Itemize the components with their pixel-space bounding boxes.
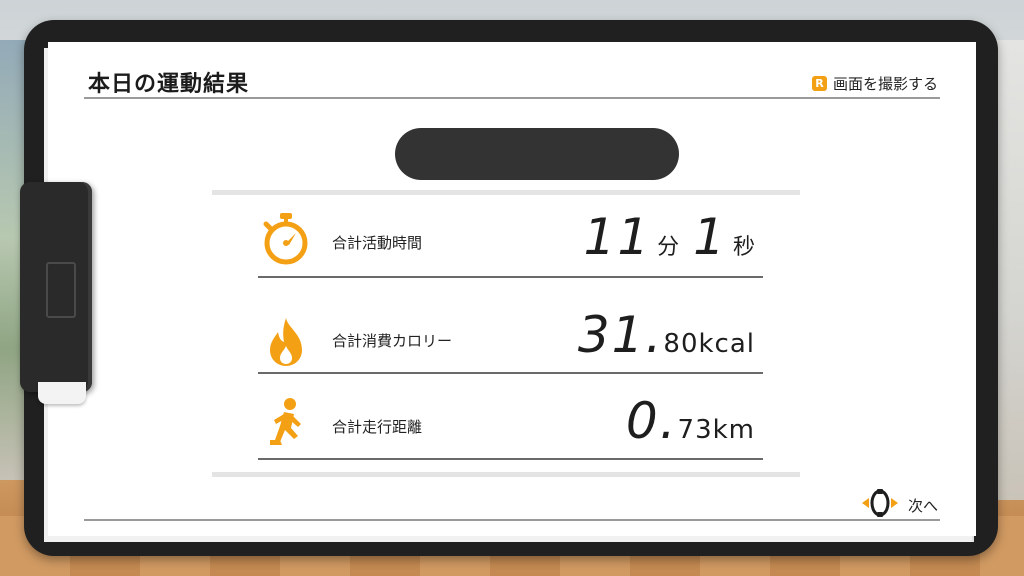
clip-slot <box>46 262 76 318</box>
distance-label: 合計走行距離 <box>332 418 423 436</box>
capture-screen-label: 画面を撮影する <box>832 75 938 93</box>
next-button[interactable]: 次へ <box>860 488 938 522</box>
player-name-redacted <box>395 128 679 180</box>
clipboard-clip <box>20 182 92 392</box>
results-sheet <box>48 42 976 536</box>
capture-screen-button[interactable]: R 画面を撮影する <box>811 73 938 94</box>
flame-icon <box>258 316 314 372</box>
results-panel-bottom-bar <box>212 472 800 477</box>
paper-tab <box>38 382 86 404</box>
results-panel-top-bar <box>212 190 800 195</box>
result-row-distance: 合計走行距離 0. 73km <box>258 390 763 460</box>
distance-integer: 0. <box>625 392 678 450</box>
header-divider <box>84 97 940 99</box>
stopwatch-icon <box>258 210 314 270</box>
result-row-calories: 合計消費カロリー 31. 80kcal <box>258 300 763 374</box>
activity-minutes: 11 <box>583 208 652 266</box>
activity-time-label: 合計活動時間 <box>332 234 423 252</box>
calories-label: 合計消費カロリー <box>332 332 453 350</box>
row-divider <box>258 276 763 278</box>
activity-seconds: 1 <box>693 208 727 266</box>
row-divider <box>258 458 763 460</box>
page-title: 本日の運動結果 <box>88 72 250 97</box>
running-person-icon <box>258 396 314 456</box>
calories-value: 31. 80kcal <box>578 306 755 364</box>
r-button-icon: R <box>811 76 827 91</box>
activity-time-value: 11 分 1 秒 <box>584 208 755 266</box>
result-row-activity-time: 合計活動時間 11 分 1 秒 <box>258 198 763 278</box>
minutes-unit: 分 <box>657 235 680 260</box>
distance-value: 0. 73km <box>626 392 755 450</box>
calories-integer: 31. <box>577 306 664 364</box>
row-divider <box>258 372 763 374</box>
seconds-unit: 秒 <box>732 235 755 260</box>
ring-con-icon <box>860 488 900 522</box>
next-label: 次へ <box>907 496 938 515</box>
footer-divider <box>84 519 940 521</box>
calories-decimal-unit: 80kcal <box>663 329 755 359</box>
distance-decimal-unit: 73km <box>677 415 755 445</box>
